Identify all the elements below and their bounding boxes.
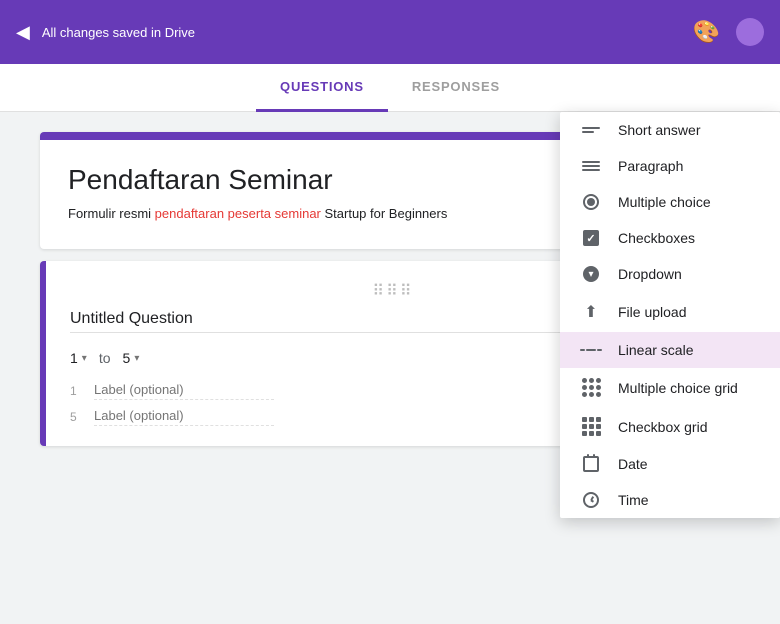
scale-from-dropdown[interactable]: 1 ▾ <box>70 350 87 366</box>
checkbox-grid-icon <box>580 417 602 436</box>
time-label: Time <box>618 492 649 508</box>
file-upload-icon: ⬆ <box>580 302 602 322</box>
checkboxes-label: Checkboxes <box>618 230 695 246</box>
header-icons: 🎨 <box>693 18 764 46</box>
palette-icon[interactable]: 🎨 <box>693 19 720 45</box>
scale-to-dropdown[interactable]: 5 ▾ <box>123 350 140 366</box>
menu-item-paragraph[interactable]: Paragraph <box>560 148 780 184</box>
checkboxes-icon <box>580 230 602 246</box>
menu-item-dropdown[interactable]: Dropdown <box>560 256 780 292</box>
paragraph-icon <box>580 161 602 171</box>
saved-status: All changes saved in Drive <box>42 25 693 40</box>
menu-item-time[interactable]: Time <box>560 482 780 518</box>
date-icon <box>580 456 602 472</box>
linear-scale-icon <box>580 349 602 351</box>
menu-item-file-upload[interactable]: ⬆ File upload <box>560 292 780 332</box>
back-icon[interactable]: ◀ <box>16 22 30 43</box>
header: ◀ All changes saved in Drive 🎨 <box>0 0 780 64</box>
short-answer-label: Short answer <box>618 122 700 138</box>
menu-item-linear-scale[interactable]: Linear scale <box>560 332 780 368</box>
date-label: Date <box>618 456 648 472</box>
menu-item-multiple-choice-grid[interactable]: Multiple choice grid <box>560 368 780 407</box>
time-icon <box>580 492 602 508</box>
menu-item-short-answer[interactable]: Short answer <box>560 112 780 148</box>
label-from-input[interactable] <box>94 382 274 400</box>
multiple-choice-label: Multiple choice <box>618 194 711 210</box>
short-answer-icon <box>580 127 602 133</box>
dropdown-icon <box>580 266 602 282</box>
multiple-choice-grid-icon <box>580 378 602 397</box>
tab-responses[interactable]: RESPONSES <box>388 64 524 112</box>
linear-scale-label: Linear scale <box>618 342 694 358</box>
paragraph-label: Paragraph <box>618 158 683 174</box>
label-to-input[interactable] <box>94 408 274 426</box>
file-upload-label: File upload <box>618 304 687 320</box>
tabs-bar: QUESTIONS RESPONSES <box>0 64 780 112</box>
account-avatar[interactable] <box>736 18 764 46</box>
menu-item-multiple-choice[interactable]: Multiple choice <box>560 184 780 220</box>
menu-item-date[interactable]: Date <box>560 446 780 482</box>
menu-item-checkboxes[interactable]: Checkboxes <box>560 220 780 256</box>
dropdown-label: Dropdown <box>618 266 682 282</box>
question-type-menu: Short answer Paragraph Multiple choice C… <box>560 112 780 518</box>
checkbox-grid-label: Checkbox grid <box>618 419 708 435</box>
multiple-choice-grid-label: Multiple choice grid <box>618 380 738 396</box>
multiple-choice-icon <box>580 194 602 210</box>
tab-questions[interactable]: QUESTIONS <box>256 64 388 112</box>
menu-item-checkbox-grid[interactable]: Checkbox grid <box>560 407 780 446</box>
